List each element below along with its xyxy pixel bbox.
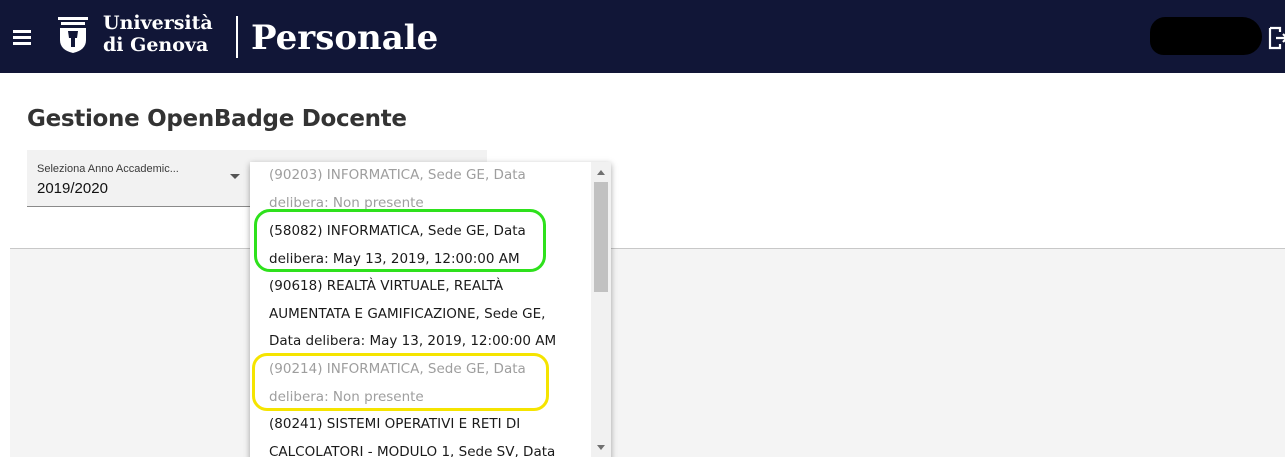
dropdown-option[interactable]: (90618) REALTÀ VIRTUALE, REALTÀ AUMENTAT…: [269, 273, 587, 356]
dropdown-option: (90203) INFORMATICA, Sede GE, Data delib…: [269, 167, 526, 211]
app-title: Personale: [251, 18, 439, 58]
academic-year-select[interactable]: Seleziona Anno Accademic... 2019/2020: [27, 150, 250, 207]
redacted-user-name: [1150, 17, 1262, 55]
academic-year-label: Seleziona Anno Accademic...: [37, 163, 179, 175]
scroll-up-arrow-icon[interactable]: [597, 170, 605, 175]
dropdown-scrollbar[interactable]: [591, 162, 611, 457]
header-divider: [236, 16, 238, 58]
academic-year-value: 2019/2020: [37, 180, 108, 197]
scroll-down-arrow-icon[interactable]: [597, 445, 605, 450]
scroll-thumb[interactable]: [594, 182, 608, 292]
content-area: [10, 249, 1285, 457]
course-dropdown-panel: (90203) INFORMATICA, Sede GE, Data delib…: [250, 162, 611, 457]
dropdown-option: (90214) INFORMATICA, Sede GE, Data delib…: [269, 361, 526, 405]
university-name: Università di Genova: [103, 12, 213, 56]
logout-icon[interactable]: [1268, 26, 1285, 50]
hamburger-menu-icon[interactable]: [10, 26, 36, 48]
chevron-down-icon[interactable]: [230, 174, 240, 179]
dropdown-option[interactable]: (80241) SISTEMI OPERATIVI E RETI DI CALC…: [269, 411, 587, 457]
top-app-bar: Università di Genova Personale: [0, 0, 1285, 73]
university-crest-logo: [58, 17, 88, 53]
page-title: Gestione OpenBadge Docente: [27, 106, 407, 132]
dropdown-option[interactable]: (58082) INFORMATICA, Sede GE, Data delib…: [269, 218, 587, 273]
